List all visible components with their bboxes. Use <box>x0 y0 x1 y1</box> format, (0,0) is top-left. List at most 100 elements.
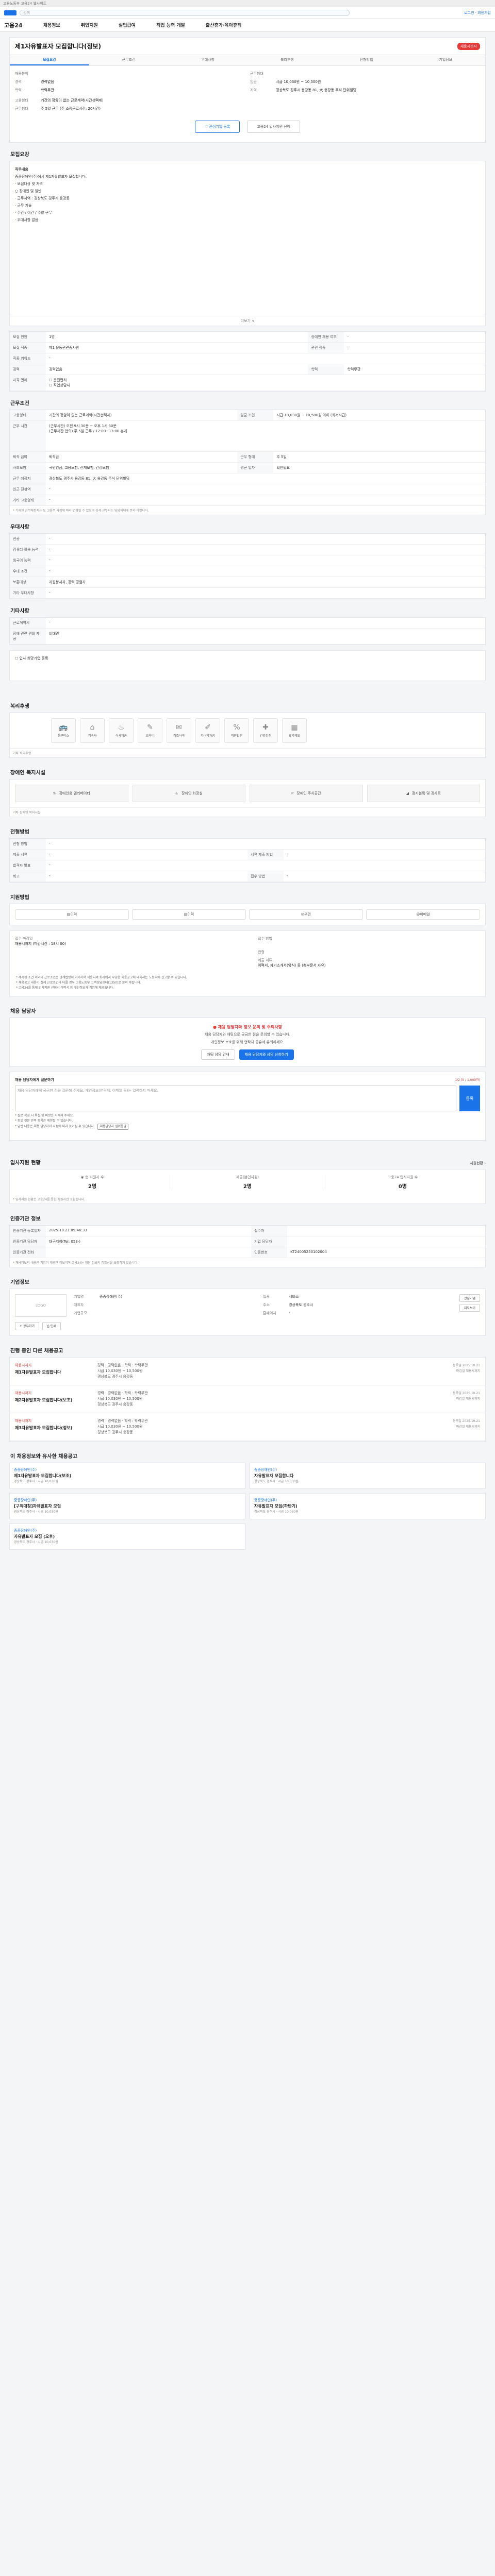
table-value: 퇴직금 <box>46 451 238 463</box>
stat-value: 2명 <box>88 1184 97 1190</box>
tab-selection[interactable]: 전형방법 <box>327 55 406 65</box>
list-item-desc: 경력 : 경력없음 · 학력 : 학력무관 시급 10,030원 ~ 10,50… <box>97 1391 148 1406</box>
disability-card: ⇅ 장애인용 엘리베이터 ♿ 장애인 화장실 P 장애인 주차공간 ◢ 점자블록 및 경… <box>9 779 486 817</box>
recommend-card[interactable]: 중증장애인(주) 자유발표자 모집 (오후) 경상북도 경주시 · 시급 10,03… <box>9 1523 245 1550</box>
table-key: 전공 <box>10 534 46 545</box>
tab-conditions[interactable]: 근무조건 <box>89 55 169 65</box>
qa-chip-button[interactable]: 채용담당자 질의응답 <box>97 1124 129 1130</box>
recommend-title[interactable]: 자유발표자 모집합니다 <box>254 1473 481 1479</box>
recommend-card[interactable]: 중증장애인(주) 자유발표자 모집합니다 경상북도 경주시 · 시급 10,030원 <box>250 1463 486 1489</box>
company-map-button[interactable]: 지도보기 <box>459 1304 480 1312</box>
login-link[interactable]: 로그인 · 회원가입 <box>464 10 491 15</box>
welfare-label: 경조사비 <box>173 734 185 738</box>
question-input[interactable]: 채용 담당자에게 궁금한 점을 질문해 주세요. 개인정보(연락처, 이메일 등… <box>15 1086 456 1111</box>
method-button-resume2[interactable]: ▤ 이력 <box>132 909 246 920</box>
table-row: 자격 면허 ☐ 운전면허 ☐ 직업상담사 <box>10 375 485 391</box>
list-item[interactable]: 채용시까지 제2자유발표자 모집합니다(보조) 경력 : 경력없음 · 학력 : … <box>10 1385 485 1413</box>
apply-bullet: * 채용공고 내용이 실제 근로조건과 다를 경우 고용노동부 고객상담센터(1… <box>16 981 141 985</box>
recruit-line: · 근무 기술 <box>15 204 32 208</box>
apply-bullet: * 고용24를 통해 입사지원 신청시 이력서 등 개인정보가 기업에 제공됩니… <box>16 986 114 990</box>
tab-company[interactable]: 기업정보 <box>406 55 485 65</box>
table-value: 학력무관 <box>344 364 485 375</box>
list-item-title[interactable]: 제3자유발표자 모집합니다(정보) <box>15 1425 97 1431</box>
recommend-title[interactable]: 제1자유발표자 모집합니다(보조) <box>14 1473 241 1479</box>
table-value: - <box>344 342 485 353</box>
list-item-title[interactable]: 제2자유발표자 모집합니다(보조) <box>15 1397 97 1403</box>
recruit-line: · 모집대상 및 자격 <box>15 182 43 186</box>
table-key: 관련 직종 <box>308 342 344 353</box>
chat-request-button[interactable]: 채용 담당자와 상담 신청하기 <box>239 1049 294 1060</box>
welfare-item: ▦ 휴가제도 <box>282 718 307 743</box>
recommend-title[interactable]: [구직매칭]자유발표자 모집 <box>14 1503 241 1509</box>
list-item[interactable]: 채용시까지 제3자유발표자 모집합니다(정보) 경력 : 경력없음 · 학력 : … <box>10 1413 485 1441</box>
table-value: - <box>46 555 485 566</box>
apply-button[interactable]: 고용24 입사지원 신청 <box>247 121 301 133</box>
question-submit-button[interactable]: 등록 <box>459 1086 480 1111</box>
tab-welfare[interactable]: 복리후생 <box>248 55 327 65</box>
question-counter: 1/2 (0 / 1,000자) <box>455 1078 480 1082</box>
health-icon: ✚ <box>262 723 269 732</box>
chat-guide-button[interactable]: 채팅 상담 안내 <box>201 1049 235 1060</box>
table-value: - <box>46 871 248 882</box>
gnb-item-unemployment[interactable]: 실업급여 <box>119 22 136 28</box>
section-title-selection: 전형방법 <box>10 829 29 835</box>
etc-extra-link[interactable]: ☐ 입사 희망기업 등록 <box>15 656 480 661</box>
welfare-item: % 직원할인 <box>224 718 249 743</box>
search-input[interactable]: 검색 <box>20 9 350 16</box>
gnb-item-jobs[interactable]: 채용정보 <box>43 22 60 28</box>
table-key: 접수자 <box>251 1226 288 1236</box>
list-item-desc: 경력 : 경력없음 · 학력 : 학력무관 시급 10,030원 ~ 10,50… <box>97 1419 148 1434</box>
list-item-title[interactable]: 제1자유발표자 모집합니다 <box>15 1369 97 1375</box>
method-button-mail[interactable]: ✉ 우편 <box>249 909 363 920</box>
print-button[interactable]: ⎙ 인쇄 <box>42 1322 61 1330</box>
welfare-item: ✎ 교육비 <box>138 718 162 743</box>
gift-icon: ✉ <box>176 723 182 732</box>
expand-button[interactable]: 더보기 ∨ <box>10 316 485 326</box>
gnb-item-training[interactable]: 직업 능력 개발 <box>156 22 185 28</box>
tab-recruit[interactable]: 모집요강 <box>10 55 89 65</box>
recommend-card[interactable]: 중증장애인(주) 자유발표자 모집(하반기) 경상북도 경주시 · 시급 10,03… <box>250 1493 486 1519</box>
recommend-company: 중증장애인(주) <box>254 1468 277 1472</box>
table-value: 주 5일 <box>273 451 485 463</box>
bus-icon: 🚌 <box>59 723 68 732</box>
site-logo[interactable] <box>4 10 16 15</box>
table-value: KT24005250102004 <box>287 1247 485 1258</box>
table-value: (근무시간) 오전 9시 30분 ~ 오후 1시 30분 (근무시간 협의) 주… <box>46 420 485 452</box>
gnb-home[interactable]: 고용24 <box>4 21 23 29</box>
tab-preference[interactable]: 우대사항 <box>168 55 248 65</box>
elevator-icon: ⇅ <box>53 791 56 795</box>
section-title-recommend: 이 채용정보와 유사한 채용공고 <box>10 1454 78 1460</box>
summary-key: 고용형태 <box>15 98 28 103</box>
list-item[interactable]: 채용시까지 제1자유발표자 모집합니다 경력 : 경력없음 · 학력 : 학력무관… <box>10 1358 485 1385</box>
section-title-welfare: 복리후생 <box>10 704 29 709</box>
company-value <box>100 1311 263 1317</box>
stats-more-link[interactable]: 지원현황 › <box>470 1161 486 1166</box>
welfare-item: ✉ 경조사비 <box>167 718 191 743</box>
company-interest-button[interactable]: 관심기업 <box>459 1294 480 1302</box>
recommend-title[interactable]: 자유발표자 모집(하반기) <box>254 1503 481 1509</box>
gnb-item-support[interactable]: 취업지원 <box>81 22 98 28</box>
method-button-resume[interactable]: ▤ 이력 <box>15 909 129 920</box>
section-title-applymethod: 지원방법 <box>10 895 29 901</box>
recommend-title[interactable]: 자유발표자 모집 (오후) <box>14 1534 241 1539</box>
table-value: - <box>344 332 485 343</box>
chat-sub2: 개인정보 보호를 위해 연락처 공유에 유의하세요. <box>210 1040 285 1044</box>
etc-extra-label: 입사 희망기업 등록 <box>19 656 48 660</box>
recommend-card[interactable]: 중증장애인(주) 제1자유발표자 모집합니다(보조) 경상북도 경주시 · 시급 1… <box>9 1463 245 1489</box>
interest-company-button[interactable]: ♡ 관심기업 등록 <box>194 121 240 133</box>
recommend-card[interactable]: 중증장애인(주) [구직매칭]자유발표자 모집 경상북도 경주시 · 시급 10,0… <box>9 1493 245 1519</box>
stats-card: ◉ 총 지원자 수 2명 제출(본인지원) 2명 고용24 입사지원 수 0명 * 입… <box>9 1169 486 1204</box>
table-row: 합격자 발표 - <box>10 860 485 871</box>
table-key: 인근 전철역 <box>10 484 46 495</box>
top-notice-bar: 고용노동부 고용24 웹사이트 <box>0 0 495 7</box>
toilet-icon: ♿ <box>175 791 178 795</box>
method-button-email[interactable]: @ 이메일 <box>366 909 480 920</box>
tag-icon: % <box>233 723 240 732</box>
company-value: - <box>288 1311 290 1315</box>
gnb-item-leave[interactable]: 출산휴가·육아휴직 <box>206 22 242 28</box>
table-value: ☐ 운전면허 ☐ 직업상담사 <box>46 375 485 391</box>
table-value: 대구지청(Tel: 053-) <box>46 1236 252 1247</box>
table-key: 장애 관련 편의 제공 <box>10 628 46 645</box>
table-row: 모집 인원 1명 장애인 채용 여부 - <box>10 332 485 343</box>
share-button[interactable]: ⇪ 공유하기 <box>15 1322 40 1330</box>
